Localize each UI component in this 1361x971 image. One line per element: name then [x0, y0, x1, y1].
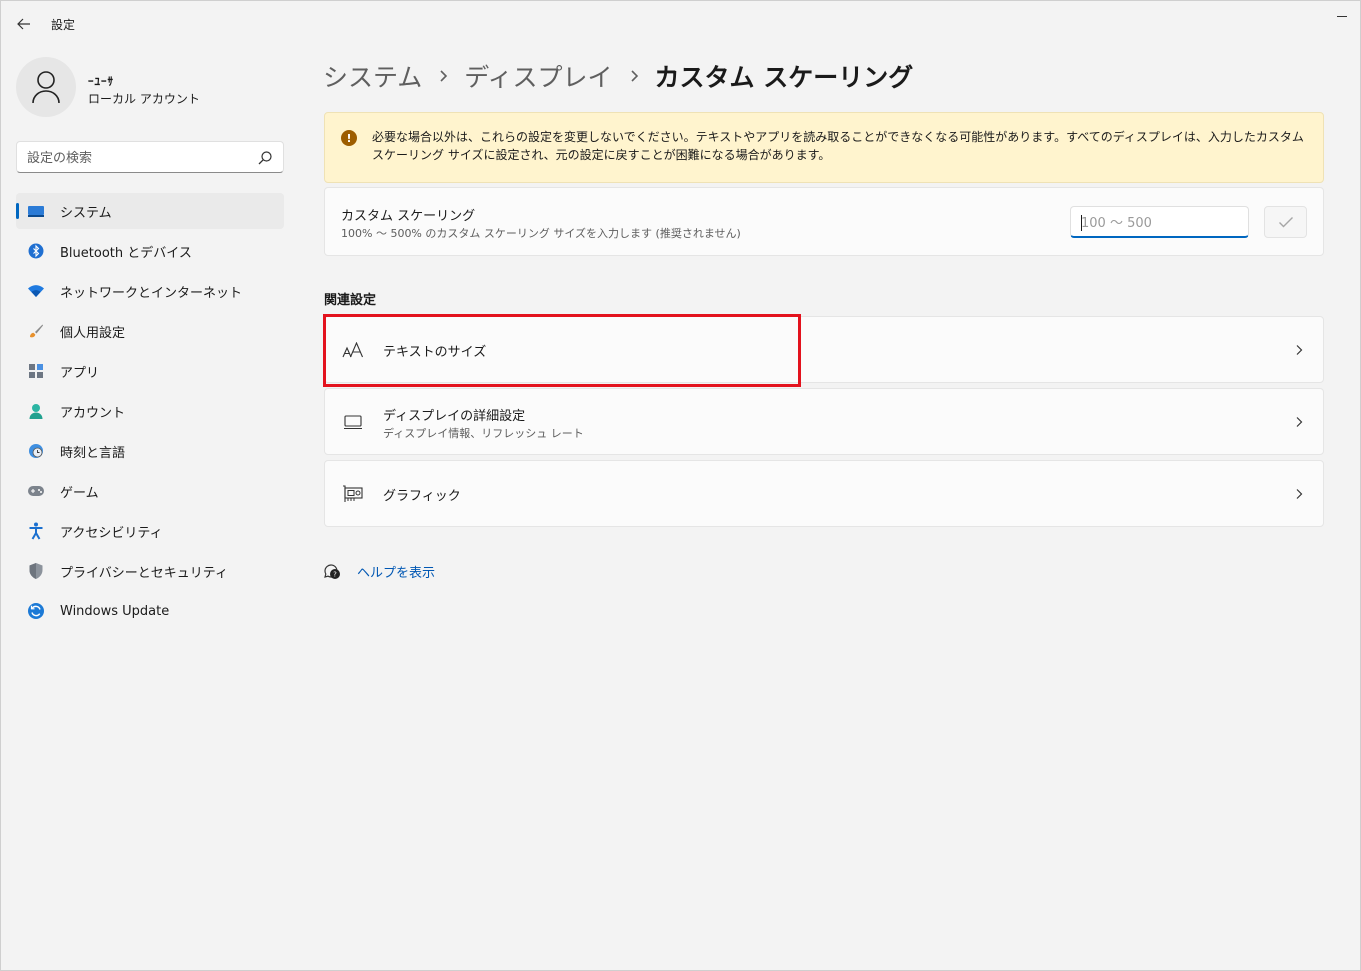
warning-banner: ! 必要な場合以外は、これらの設定を変更しないでください。テキストやアプリを読み…: [324, 112, 1324, 183]
windows-update-icon: [27, 602, 45, 620]
clock-globe-icon: [27, 442, 45, 460]
custom-scaling-title: カスタム スケーリング: [341, 209, 476, 224]
chevron-right-icon: [613, 69, 655, 83]
account-icon: [27, 402, 45, 420]
custom-scaling-input[interactable]: [1081, 214, 1231, 232]
sidebar-item-accounts[interactable]: アカウント: [16, 393, 284, 429]
sidebar-item-label: Windows Update: [60, 603, 170, 619]
sidebar-item-label: アクセシビリティ: [60, 525, 163, 541]
text-size-icon: [342, 339, 364, 361]
search-icon[interactable]: [257, 150, 273, 166]
sidebar-item-label: Bluetooth とデバイス: [60, 245, 192, 261]
title-bar: 設定: [0, 0, 1361, 46]
sidebar-item-gaming[interactable]: ゲーム: [16, 473, 284, 509]
monitor-icon: [342, 411, 364, 433]
search-input[interactable]: [27, 148, 257, 168]
chevron-right-icon: [422, 69, 464, 83]
sidebar-item-label: ゲーム: [60, 485, 99, 501]
breadcrumb-system[interactable]: システム: [323, 58, 422, 94]
sidebar-item-label: アカウント: [60, 405, 126, 421]
custom-scaling-card: カスタム スケーリング 100% 〜 500% のカスタム スケーリング サイズ…: [324, 187, 1324, 256]
warning-text: 必要な場合以外は、これらの設定を変更しないでください。テキストやアプリを読み取る…: [372, 130, 1304, 162]
person-icon: [32, 71, 60, 104]
sidebar-item-label: アプリ: [60, 365, 100, 381]
avatar[interactable]: [16, 57, 76, 117]
shield-icon: [27, 562, 45, 580]
search-box[interactable]: [16, 141, 284, 173]
related-item-title: ディスプレイの詳細設定: [383, 409, 526, 424]
sidebar-item-apps[interactable]: アプリ: [16, 353, 284, 389]
checkmark-icon: [1278, 217, 1293, 228]
sidebar-item-bluetooth[interactable]: Bluetooth とデバイス: [16, 233, 284, 269]
apply-scaling-button[interactable]: [1264, 206, 1307, 238]
warning-icon: !: [341, 130, 357, 146]
help-chat-icon: ?: [322, 561, 342, 581]
related-item-graphics[interactable]: グラフィック: [324, 460, 1324, 527]
sidebar-item-label: 個人用設定: [60, 325, 126, 341]
minimize-button[interactable]: [1327, 4, 1357, 28]
related-settings-heading: 関連設定: [324, 293, 377, 308]
chevron-right-icon: [1296, 489, 1303, 499]
system-icon: [27, 202, 45, 220]
custom-scaling-field[interactable]: [1070, 206, 1249, 238]
sidebar-item-system[interactable]: システム: [16, 193, 284, 229]
app-title: 設定: [51, 18, 76, 32]
sidebar-item-time-language[interactable]: 時刻と言語: [16, 433, 284, 469]
sidebar-item-label: ネットワークとインターネット: [60, 285, 243, 301]
get-help[interactable]: ? ヘルプを表示: [322, 560, 435, 582]
chevron-right-icon: [1296, 345, 1303, 355]
related-item-title: テキストのサイズ: [383, 345, 487, 360]
account-type: ローカル アカウント: [88, 92, 200, 106]
sidebar-item-label: システム: [60, 205, 112, 221]
minimize-icon: [1337, 15, 1347, 17]
gamepad-icon: [27, 482, 45, 500]
brush-icon: [27, 322, 45, 340]
chevron-right-icon: [1296, 417, 1303, 427]
sidebar-item-accessibility[interactable]: アクセシビリティ: [16, 513, 284, 549]
account-name: ｰﾕｰｻ: [88, 75, 114, 88]
sidebar-item-privacy-security[interactable]: プライバシーとセキュリティ: [16, 553, 284, 589]
sidebar-item-label: 時刻と言語: [60, 445, 126, 461]
apps-icon: [27, 362, 45, 380]
arrow-left-icon: [17, 18, 30, 30]
accessibility-icon: [27, 522, 45, 540]
related-item-title: グラフィック: [383, 489, 461, 504]
graphics-card-icon: [342, 483, 364, 505]
custom-scaling-description: 100% 〜 500% のカスタム スケーリング サイズを入力します (推奨され…: [341, 227, 741, 240]
help-link[interactable]: ヘルプを表示: [357, 562, 435, 581]
bluetooth-icon: [27, 242, 45, 260]
breadcrumb-display[interactable]: ディスプレイ: [464, 58, 612, 94]
back-button[interactable]: [10, 10, 38, 38]
sidebar-item-windows-update[interactable]: Windows Update: [16, 593, 284, 629]
sidebar-item-personalization[interactable]: 個人用設定: [16, 313, 284, 349]
related-item-subtitle: ディスプレイ情報、リフレッシュ レート: [383, 427, 584, 440]
sidebar-item-label: プライバシーとセキュリティ: [60, 565, 228, 581]
related-item-advanced-display[interactable]: ディスプレイの詳細設定 ディスプレイ情報、リフレッシュ レート: [324, 388, 1324, 455]
text-caret: [1081, 215, 1082, 231]
sidebar-nav: システム Bluetooth とデバイス ネットワークとインターネット 個人用設…: [16, 193, 284, 633]
related-item-text-size[interactable]: テキストのサイズ: [324, 316, 1324, 383]
sidebar-item-network[interactable]: ネットワークとインターネット: [16, 273, 284, 309]
page-title: カスタム スケーリング: [654, 63, 914, 92]
wifi-icon: [27, 282, 45, 300]
breadcrumb: システム ディスプレイ カスタム スケーリング: [323, 56, 913, 96]
svg-text:?: ?: [333, 571, 337, 579]
